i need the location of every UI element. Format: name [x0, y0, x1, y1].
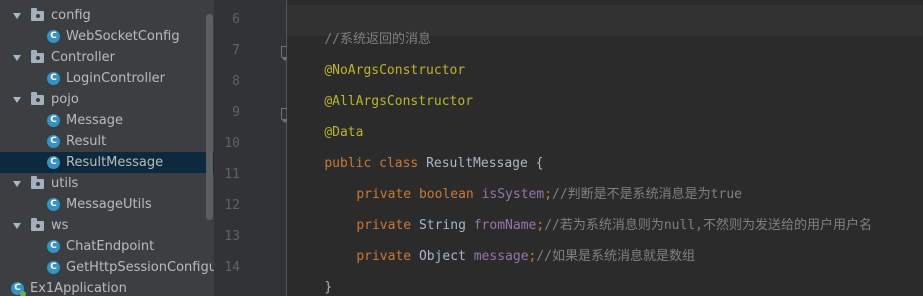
- tree-file-websocketconfig[interactable]: C WebSocketConfig: [0, 26, 214, 47]
- java-class-icon: C: [47, 198, 60, 211]
- field-name: message: [473, 249, 529, 264]
- tree-file-chatendpoint[interactable]: C ChatEndpoint: [0, 236, 214, 257]
- java-class-icon: C: [47, 261, 60, 274]
- code-line-7[interactable]: @NoArgsConstructor: [293, 41, 465, 78]
- java-class-icon: C: [47, 72, 60, 85]
- tree-file-gethttpsessionconfigurator[interactable]: C GetHttpSessionConfigurat: [0, 257, 214, 278]
- tree-label: GetHttpSessionConfigurat: [66, 260, 214, 275]
- tree-folder-utils[interactable]: utils: [0, 173, 214, 194]
- line-number: 11: [224, 167, 240, 182]
- chevron-down-icon[interactable]: [12, 221, 22, 231]
- tree-label: ChatEndpoint: [66, 239, 155, 254]
- chevron-down-icon[interactable]: [12, 53, 22, 63]
- code-line-11[interactable]: private boolean isSystem;//判断是不是系统消息是为tr…: [325, 165, 742, 202]
- tree-folder-ws[interactable]: ws: [0, 215, 214, 236]
- code-line-14[interactable]: }: [293, 258, 332, 295]
- tree-file-message[interactable]: C Message: [0, 110, 214, 131]
- line-number: 9: [232, 105, 240, 120]
- tree-folder-pojo[interactable]: pojo: [0, 89, 214, 110]
- tree-label: MessageUtils: [66, 197, 152, 212]
- keyword: private: [356, 249, 412, 264]
- tree-folder-controller[interactable]: Controller: [0, 47, 214, 68]
- tree-folder-config[interactable]: config: [0, 5, 214, 26]
- line-number: 14: [224, 260, 240, 275]
- tree-label: ResultMessage: [66, 155, 164, 170]
- line-number: 10: [224, 136, 240, 151]
- comment: //如果是系统消息就是数组: [536, 249, 696, 264]
- code-line-13[interactable]: private Object message;//如果是系统消息就是数组: [325, 227, 695, 264]
- code-line-9[interactable]: @Data: [293, 103, 363, 140]
- chevron-down-icon[interactable]: [12, 11, 22, 21]
- code-editor[interactable]: //系统返回的消息 @NoArgsConstructor @AllArgsCon…: [287, 0, 923, 296]
- chevron-down-icon[interactable]: [12, 179, 22, 189]
- tree-file-logincontroller[interactable]: C LoginController: [0, 68, 214, 89]
- tree-label: Controller: [51, 50, 115, 65]
- package-folder-icon: [31, 7, 44, 21]
- code-line-12[interactable]: private String fromName;//若为系统消息则为null,不…: [325, 196, 872, 233]
- tree-file-resultmessage[interactable]: C ResultMessage: [0, 152, 214, 173]
- java-class-icon: C: [47, 240, 60, 253]
- editor-gutter: 6 7 8 9 10 11 12 13 14: [214, 0, 290, 296]
- java-class-icon: C: [47, 156, 60, 169]
- tree-label: ws: [51, 218, 69, 233]
- package-folder-icon: [31, 175, 44, 189]
- java-class-icon: C: [47, 135, 60, 148]
- chevron-down-icon[interactable]: [12, 95, 22, 105]
- spring-boot-app-icon: C: [11, 282, 26, 296]
- java-class-icon: C: [47, 114, 60, 127]
- package-folder-icon: [31, 91, 44, 105]
- brace: }: [324, 280, 333, 295]
- code-line-6[interactable]: //系统返回的消息: [293, 10, 431, 47]
- tree-label: Result: [66, 134, 107, 149]
- tree-label: LoginController: [66, 71, 166, 86]
- line-number: 6: [232, 12, 240, 27]
- code-line-10[interactable]: public class ResultMessage {: [293, 134, 543, 171]
- java-class-icon: C: [47, 30, 60, 43]
- tree-label: Ex1Application: [30, 281, 127, 296]
- line-number: 12: [224, 198, 240, 213]
- line-number: 7: [232, 43, 240, 58]
- tree-label: WebSocketConfig: [66, 29, 180, 44]
- type: Object: [418, 249, 466, 264]
- line-number: 8: [232, 74, 240, 89]
- package-folder-icon: [31, 217, 44, 231]
- code-line-8[interactable]: @AllArgsConstructor: [293, 72, 473, 109]
- tree-label: Message: [66, 113, 123, 128]
- package-folder-icon: [31, 49, 44, 63]
- tree-file-result[interactable]: C Result: [0, 131, 214, 152]
- tree-file-messageutils[interactable]: C MessageUtils: [0, 194, 214, 215]
- tree-label: config: [51, 8, 91, 23]
- tree-label: pojo: [51, 92, 79, 107]
- project-tree: config C WebSocketConfig Controller C Lo…: [0, 0, 214, 296]
- line-number: 13: [224, 229, 240, 244]
- tree-file-ex1application[interactable]: C Ex1Application: [0, 278, 214, 296]
- tree-label: utils: [51, 176, 79, 191]
